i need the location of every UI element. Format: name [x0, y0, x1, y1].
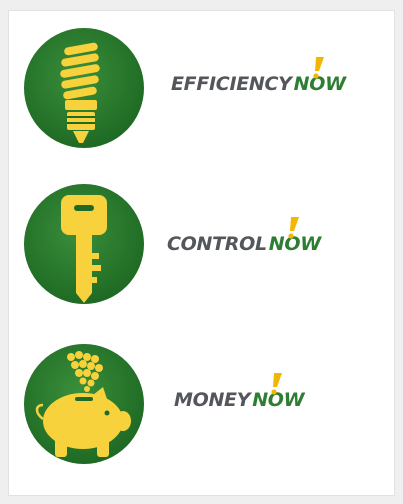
brand-word: EFFICIENCY: [171, 73, 292, 95]
exclamation-mark-icon: [313, 57, 324, 79]
now-word: NOW: [269, 217, 321, 255]
exclamation-mark-icon: [271, 373, 283, 395]
light-bulb-icon: [24, 28, 144, 148]
money-now-logo: MONEY NOW: [174, 373, 305, 411]
piggy-bank-icon: [24, 344, 144, 464]
key-icon: [24, 184, 144, 304]
now-word: NOW: [252, 373, 305, 411]
efficiency-now-logo: EFFICIENCY NOW: [171, 57, 346, 95]
efficiency-now-row[interactable]: EFFICIENCY NOW: [9, 25, 396, 155]
money-now-row[interactable]: MONEY NOW: [9, 341, 396, 471]
now-word: NOW: [294, 57, 346, 95]
brand-word: MONEY: [174, 389, 251, 411]
control-now-row[interactable]: CONTROL NOW: [9, 181, 396, 311]
programs-card: EFFICIENCY NOW CONTROL NOW MONEY NOW: [8, 10, 395, 496]
control-now-logo: CONTROL NOW: [167, 217, 321, 255]
exclamation-mark-icon: [288, 217, 299, 239]
brand-word: CONTROL: [167, 233, 267, 255]
